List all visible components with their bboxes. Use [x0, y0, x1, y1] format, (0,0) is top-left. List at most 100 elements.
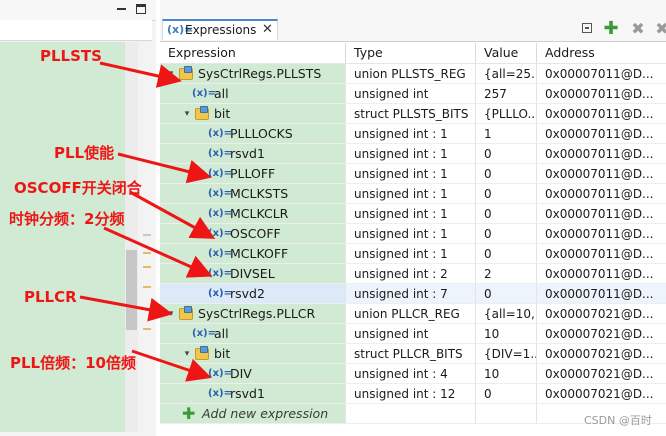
type-cell: unsigned int [346, 84, 476, 104]
value-cell[interactable]: {DIV=1... [476, 344, 537, 364]
table-row[interactable]: (x)= MCLKCLR unsigned int : 1 0 0x00007011@D… [160, 204, 666, 224]
table-row[interactable]: (x)= MCLKSTS unsigned int : 1 0 0x00007011@D… [160, 184, 666, 204]
expression-cell[interactable]: (x)= MCLKSTS [160, 184, 346, 204]
value-cell[interactable]: 2 [476, 264, 537, 284]
chevron-down-icon[interactable]: ▾ [166, 64, 176, 83]
expression-cell[interactable]: (x)= MCLKCLR [160, 204, 346, 224]
ruler-marker[interactable] [143, 234, 151, 236]
table-row[interactable]: (x)= MCLKOFF unsigned int : 1 0 0x00007011@D… [160, 244, 666, 264]
table-row[interactable]: (x)= all unsigned int 257 0x00007011@D... [160, 84, 666, 104]
address-cell: 0x00007021@D... [537, 304, 666, 324]
table-row[interactable]: (x)= rsvd2 unsigned int : 7 0 0x00007011@D..… [160, 284, 666, 304]
chevron-down-icon[interactable]: ▾ [182, 104, 192, 123]
value-cell[interactable]: 0 [476, 384, 537, 404]
value-cell[interactable]: 1 [476, 124, 537, 144]
editor-tab-bar [0, 0, 160, 21]
value-cell[interactable]: 0 [476, 164, 537, 184]
column-header-type[interactable]: Type [346, 43, 476, 63]
address-cell: 0x00007011@D... [537, 144, 666, 164]
table-row[interactable]: ▾ bit struct PLLCR_BITS {DIV=1... 0x00007021… [160, 344, 666, 364]
editor-scrollbar-thumb[interactable] [126, 250, 137, 330]
value-cell[interactable]: 10 [476, 364, 537, 384]
variable-icon: (x)= [192, 88, 216, 99]
add-new-expression-label[interactable]: Add new expression [202, 404, 328, 423]
value-cell[interactable]: 0 [476, 284, 537, 304]
remove-expression-icon[interactable]: ✖ [630, 21, 646, 37]
annotation-oscoff: OSCOFF开关闭合 [14, 179, 142, 197]
address-cell: 0x00007021@D... [537, 344, 666, 364]
expression-cell[interactable]: (x)= rsvd1 [160, 144, 346, 164]
address-cell: 0x00007011@D... [537, 204, 666, 224]
expression-cell[interactable]: (x)= PLLOFF [160, 164, 346, 184]
ruler-marker[interactable] [143, 252, 151, 254]
expression-cell[interactable]: (x)= DIV [160, 364, 346, 384]
expression-cell[interactable]: (x)= all [160, 84, 346, 104]
column-header-expression[interactable]: Expression [160, 43, 346, 63]
expression-name: PLLLOCKS [230, 126, 293, 141]
editor-header [0, 20, 152, 41]
tab-expressions[interactable]: (x)= Expressions ✕ [162, 19, 278, 40]
value-cell[interactable]: 0 [476, 244, 537, 264]
editor-content[interactable] [0, 42, 125, 432]
chevron-down-icon[interactable]: ▾ [182, 344, 192, 363]
ruler-marker[interactable] [143, 266, 151, 268]
expression-cell[interactable]: ▾ bit [160, 344, 346, 364]
value-cell[interactable]: {all=25... [476, 64, 537, 84]
add-expression-icon[interactable]: ✚ [603, 20, 619, 38]
expression-cell[interactable]: (x)= OSCOFF [160, 224, 346, 244]
value-cell[interactable]: {all=10,... [476, 304, 537, 324]
expression-cell[interactable]: (x)= MCLKOFF [160, 244, 346, 264]
type-cell: unsigned int : 1 [346, 144, 476, 164]
struct-icon [179, 66, 193, 80]
add-icon[interactable]: ✚ [182, 405, 195, 423]
address-cell: 0x00007011@D... [537, 184, 666, 204]
value-cell[interactable]: 0 [476, 224, 537, 244]
column-header-address[interactable]: Address [537, 43, 666, 63]
collapse-all-icon[interactable] [580, 21, 596, 37]
value-cell[interactable]: 257 [476, 84, 537, 104]
expression-cell[interactable]: (x)= rsvd2 [160, 284, 346, 304]
expression-cell[interactable]: (x)= DIVSEL [160, 264, 346, 284]
table-row[interactable]: (x)= rsvd1 unsigned int : 1 0 0x00007011@D..… [160, 144, 666, 164]
type-cell: unsigned int : 2 [346, 264, 476, 284]
minimize-icon[interactable] [117, 4, 127, 14]
expression-cell[interactable]: (x)= PLLLOCKS [160, 124, 346, 144]
editor-scrollbar[interactable] [125, 42, 138, 432]
annotation-pll-multiplier: PLL倍频：10倍频 [10, 354, 136, 372]
address-cell: 0x00007021@D... [537, 364, 666, 384]
table-row[interactable]: (x)= DIV unsigned int : 4 10 0x00007021@D... [160, 364, 666, 384]
expression-name: PLLOFF [230, 166, 276, 181]
expression-cell[interactable]: ✚ Add new expression [160, 404, 346, 424]
table-row[interactable]: (x)= PLLLOCKS unsigned int : 1 1 0x00007011@… [160, 124, 666, 144]
value-cell[interactable]: {PLLLO... [476, 104, 537, 124]
column-header-value[interactable]: Value [476, 43, 537, 63]
value-cell[interactable]: 0 [476, 144, 537, 164]
expression-name: MCLKCLR [230, 206, 289, 221]
ruler-marker[interactable] [143, 328, 151, 330]
remove-all-icon[interactable]: ✖ [654, 21, 666, 37]
chevron-down-icon[interactable]: ▾ [166, 304, 176, 323]
ruler-marker[interactable] [143, 286, 151, 288]
value-cell[interactable]: 0 [476, 184, 537, 204]
close-icon[interactable]: ✕ [262, 21, 273, 38]
address-cell: 0x00007011@D... [537, 264, 666, 284]
value-cell[interactable]: 0 [476, 204, 537, 224]
expression-cell[interactable]: (x)= all [160, 324, 346, 344]
table-row[interactable]: (x)= rsvd1 unsigned int : 12 0 0x00007021@D.… [160, 384, 666, 404]
type-cell: unsigned int [346, 324, 476, 344]
table-row[interactable]: ▾ bit struct PLLSTS_BITS {PLLLO... 0x0000701… [160, 104, 666, 124]
struct-icon [179, 306, 193, 320]
maximize-icon[interactable] [136, 4, 146, 14]
expression-name: rsvd2 [230, 286, 265, 301]
table-row[interactable]: (x)= all unsigned int 10 0x00007021@D... [160, 324, 666, 344]
table-row[interactable]: ▾ SysCtrlRegs.PLLCR union PLLCR_REG {all=10… [160, 304, 666, 324]
table-row[interactable]: (x)= DIVSEL unsigned int : 2 2 0x00007011@D.… [160, 264, 666, 284]
table-row[interactable]: (x)= PLLOFF unsigned int : 1 0 0x00007011@D.… [160, 164, 666, 184]
expression-cell[interactable]: ▾ SysCtrlRegs.PLLCR [160, 304, 346, 324]
expression-cell[interactable]: ▾ SysCtrlRegs.PLLSTS [160, 64, 346, 84]
table-row[interactable]: (x)= OSCOFF unsigned int : 1 0 0x00007011@D.… [160, 224, 666, 244]
table-row[interactable]: ▾ SysCtrlRegs.PLLSTS union PLLSTS_REG {all=… [160, 64, 666, 84]
expression-cell[interactable]: ▾ bit [160, 104, 346, 124]
expression-cell[interactable]: (x)= rsvd1 [160, 384, 346, 404]
value-cell[interactable]: 10 [476, 324, 537, 344]
